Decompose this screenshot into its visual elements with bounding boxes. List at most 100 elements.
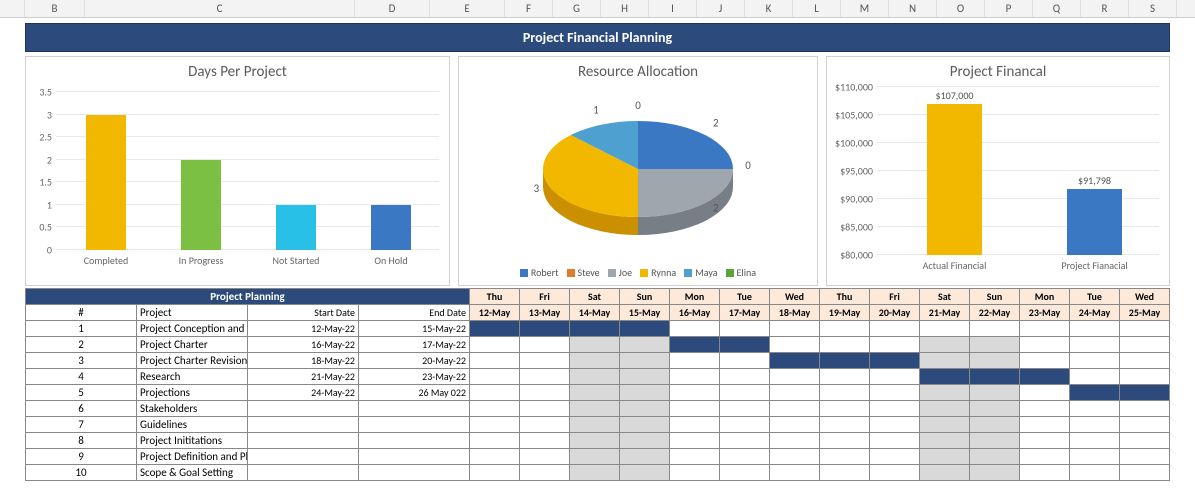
col-start[interactable]: Start Date (248, 305, 359, 321)
col-end[interactable]: End Date (359, 305, 470, 321)
cell-project[interactable]: Scope & Goal Setting (137, 465, 248, 481)
gantt-cell[interactable] (920, 417, 970, 433)
gantt-cell[interactable] (820, 433, 870, 449)
cell-end[interactable]: 15-May-22 (359, 321, 470, 337)
gantt-cell[interactable] (520, 321, 570, 337)
cell-num[interactable]: 9 (26, 449, 137, 465)
gantt-cell[interactable] (870, 449, 920, 465)
gantt-cell[interactable] (470, 369, 520, 385)
gantt-cell[interactable] (620, 337, 670, 353)
gantt-cell[interactable] (920, 449, 970, 465)
gantt-cell[interactable] (1120, 449, 1170, 465)
gantt-cell[interactable] (470, 337, 520, 353)
gantt-cell[interactable] (820, 417, 870, 433)
gantt-cell[interactable] (920, 401, 970, 417)
gantt-cell[interactable] (520, 449, 570, 465)
column-header[interactable]: Q (1033, 0, 1081, 17)
column-header[interactable]: S (1129, 0, 1177, 17)
cell-num[interactable]: 2 (26, 337, 137, 353)
cell-start[interactable] (248, 465, 359, 481)
gantt-cell[interactable] (1020, 465, 1070, 481)
cell-end[interactable] (359, 449, 470, 465)
gantt-cell[interactable] (820, 465, 870, 481)
gantt-cell[interactable] (970, 369, 1020, 385)
column-header[interactable]: D (355, 0, 430, 17)
gantt-cell[interactable] (820, 449, 870, 465)
cell-project[interactable]: Project Charter (137, 337, 248, 353)
gantt-cell[interactable] (1070, 417, 1120, 433)
cell-project[interactable]: Research (137, 369, 248, 385)
gantt-cell[interactable] (720, 321, 770, 337)
column-header[interactable]: O (937, 0, 985, 17)
cell-project[interactable]: Stakeholders (137, 401, 248, 417)
gantt-cell[interactable] (820, 321, 870, 337)
column-header[interactable]: H (601, 0, 649, 17)
gantt-cell[interactable] (1020, 353, 1070, 369)
gantt-cell[interactable] (670, 465, 720, 481)
gantt-cell[interactable] (970, 337, 1020, 353)
gantt-cell[interactable] (770, 465, 820, 481)
gantt-cell[interactable] (720, 449, 770, 465)
gantt-cell[interactable] (1020, 433, 1070, 449)
gantt-cell[interactable] (720, 465, 770, 481)
gantt-cell[interactable] (570, 321, 620, 337)
cell-num[interactable]: 8 (26, 433, 137, 449)
gantt-cell[interactable] (570, 417, 620, 433)
column-header[interactable]: J (697, 0, 745, 17)
gantt-cell[interactable] (920, 321, 970, 337)
cell-project[interactable]: Projections (137, 385, 248, 401)
gantt-cell[interactable] (870, 465, 920, 481)
column-header[interactable]: G (553, 0, 601, 17)
gantt-cell[interactable] (1020, 385, 1070, 401)
column-header[interactable]: C (85, 0, 355, 17)
cell-start[interactable] (248, 433, 359, 449)
gantt-cell[interactable] (1020, 321, 1070, 337)
gantt-cell[interactable] (620, 369, 670, 385)
gantt-cell[interactable] (770, 449, 820, 465)
cell-start[interactable]: 24-May-22 (248, 385, 359, 401)
gantt-cell[interactable] (570, 353, 620, 369)
gantt-cell[interactable] (1070, 353, 1120, 369)
cell-num[interactable]: 10 (26, 465, 137, 481)
gantt-cell[interactable] (920, 337, 970, 353)
cell-end[interactable]: 20-May-22 (359, 353, 470, 369)
column-header[interactable]: M (841, 0, 889, 17)
col-num[interactable]: # (26, 305, 137, 321)
gantt-cell[interactable] (620, 321, 670, 337)
gantt-cell[interactable] (570, 385, 620, 401)
gantt-cell[interactable] (1120, 385, 1170, 401)
gantt-cell[interactable] (670, 369, 720, 385)
column-header[interactable]: P (985, 0, 1033, 17)
gantt-cell[interactable] (920, 369, 970, 385)
gantt-cell[interactable] (470, 433, 520, 449)
gantt-cell[interactable] (620, 449, 670, 465)
gantt-cell[interactable] (470, 353, 520, 369)
gantt-cell[interactable] (720, 417, 770, 433)
gantt-cell[interactable] (1020, 369, 1070, 385)
cell-start[interactable]: 21-May-22 (248, 369, 359, 385)
column-header[interactable]: E (430, 0, 505, 17)
gantt-cell[interactable] (770, 337, 820, 353)
gantt-cell[interactable] (470, 401, 520, 417)
gantt-cell[interactable] (970, 353, 1020, 369)
gantt-cell[interactable] (970, 321, 1020, 337)
gantt-cell[interactable] (670, 433, 720, 449)
gantt-cell[interactable] (1020, 417, 1070, 433)
gantt-cell[interactable] (670, 321, 720, 337)
cell-project[interactable]: Project Inititations (137, 433, 248, 449)
cell-start[interactable]: 16-May-22 (248, 337, 359, 353)
gantt-cell[interactable] (620, 417, 670, 433)
gantt-cell[interactable] (670, 353, 720, 369)
gantt-cell[interactable] (770, 353, 820, 369)
gantt-cell[interactable] (1120, 321, 1170, 337)
gantt-cell[interactable] (720, 337, 770, 353)
gantt-cell[interactable] (970, 449, 1020, 465)
cell-num[interactable]: 5 (26, 385, 137, 401)
gantt-cell[interactable] (870, 433, 920, 449)
column-header[interactable]: B (25, 0, 85, 17)
gantt-cell[interactable] (570, 465, 620, 481)
cell-num[interactable]: 4 (26, 369, 137, 385)
cell-start[interactable] (248, 401, 359, 417)
gantt-cell[interactable] (1070, 369, 1120, 385)
column-header[interactable]: L (793, 0, 841, 17)
